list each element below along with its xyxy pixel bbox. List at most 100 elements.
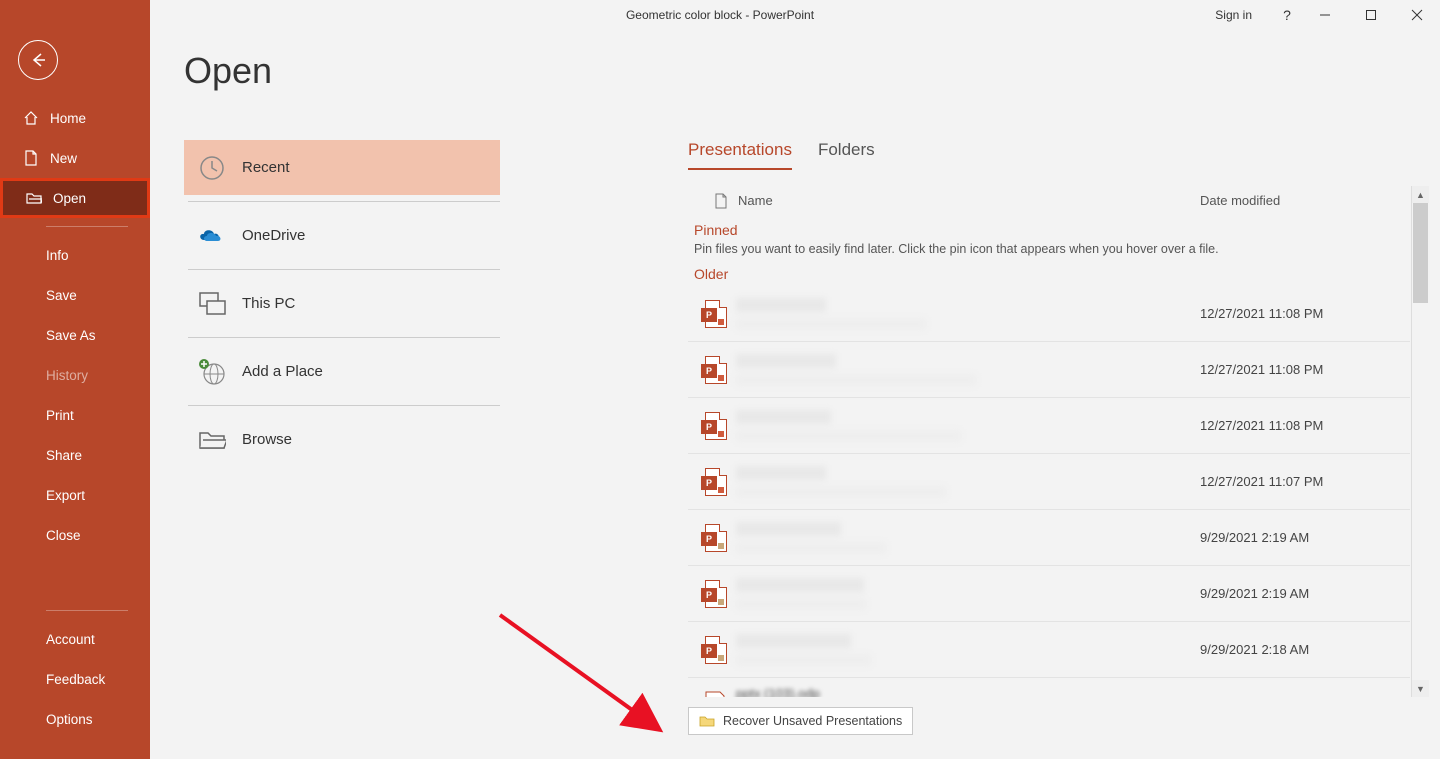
sidebar-item-export[interactable]: Export	[0, 475, 150, 515]
file-name-redacted	[736, 466, 826, 480]
recover-label: Recover Unsaved Presentations	[723, 714, 902, 728]
file-name-redacted	[736, 578, 864, 592]
sidebar-label: New	[50, 151, 77, 166]
source-recent[interactable]: Recent	[184, 140, 500, 195]
sidebar-item-new[interactable]: New	[0, 138, 150, 178]
sidebar-label: Account	[46, 632, 95, 647]
close-button[interactable]	[1394, 0, 1440, 30]
file-path-redacted	[736, 374, 976, 386]
file-date: 12/27/2021 11:08 PM	[1200, 306, 1410, 321]
sidebar-item-save[interactable]: Save	[0, 275, 150, 315]
file-row[interactable]: P 9/29/2021 2:19 AM	[688, 510, 1410, 566]
file-info	[736, 634, 1200, 666]
file-path-redacted	[736, 598, 866, 610]
source-label: This PC	[242, 295, 295, 312]
open-icon	[25, 190, 43, 206]
source-label: Add a Place	[242, 363, 323, 380]
sidebar-label: Info	[46, 248, 69, 263]
source-divider	[188, 337, 500, 338]
sidebar-item-open[interactable]: Open	[0, 178, 150, 218]
file-info	[736, 466, 1200, 498]
vertical-scrollbar[interactable]: ▲ ▼	[1411, 186, 1428, 697]
folder-icon	[699, 714, 715, 728]
pptx-icon: P	[692, 636, 736, 664]
help-button[interactable]: ?	[1272, 0, 1302, 30]
sidebar-divider	[46, 226, 128, 227]
file-path-redacted	[736, 542, 886, 554]
titlebar: Geometric color block - PowerPoint Sign …	[0, 0, 1440, 30]
file-icon-column	[704, 193, 738, 209]
source-browse[interactable]: Browse	[184, 412, 500, 467]
file-date: 9/29/2021 2:19 AM	[1200, 586, 1410, 601]
open-sources-list: Recent OneDrive This PC Add a Place Brow…	[184, 140, 500, 467]
file-path-redacted	[736, 486, 946, 498]
file-name-redacted	[736, 298, 826, 312]
tab-folders[interactable]: Folders	[818, 140, 875, 170]
file-path-redacted	[736, 318, 926, 330]
sidebar-item-close[interactable]: Close	[0, 515, 150, 555]
source-thispc[interactable]: This PC	[184, 276, 500, 331]
browse-icon	[196, 424, 228, 456]
new-icon	[22, 150, 40, 166]
column-date[interactable]: Date modified	[1200, 193, 1410, 208]
file-row[interactable]: P 12/27/2021 11:07 PM	[688, 454, 1410, 510]
scroll-up-arrow[interactable]: ▲	[1412, 186, 1429, 203]
file-info	[736, 578, 1200, 610]
sidebar-label: Save As	[46, 328, 96, 343]
source-divider	[188, 269, 500, 270]
sidebar-item-saveas[interactable]: Save As	[0, 315, 150, 355]
main-panel: Open Recent OneDrive This PC Add a Place…	[150, 30, 1440, 759]
file-date: 9/29/2021 2:18 AM	[1200, 642, 1410, 657]
file-date: 12/27/2021 11:08 PM	[1200, 418, 1410, 433]
scroll-thumb[interactable]	[1413, 203, 1428, 303]
file-row-partial[interactable]: pptx (103).odp	[688, 678, 1410, 697]
scroll-down-arrow[interactable]: ▼	[1412, 680, 1429, 697]
sidebar-item-print[interactable]: Print	[0, 395, 150, 435]
signin-link[interactable]: Sign in	[1215, 8, 1252, 22]
file-row[interactable]: P 9/29/2021 2:19 AM	[688, 566, 1410, 622]
file-name-redacted	[736, 634, 851, 648]
column-name[interactable]: Name	[738, 193, 1200, 208]
thispc-icon	[196, 288, 228, 320]
file-row[interactable]: P 12/27/2021 11:08 PM	[688, 286, 1410, 342]
list-header: Name Date modified	[688, 186, 1410, 216]
back-button[interactable]	[18, 40, 58, 80]
sidebar-label: Feedback	[46, 672, 105, 687]
file-date: 12/27/2021 11:07 PM	[1200, 474, 1410, 489]
source-divider	[188, 201, 500, 202]
tab-presentations[interactable]: Presentations	[688, 140, 792, 170]
source-label: Browse	[242, 431, 292, 448]
sidebar-label: Share	[46, 448, 82, 463]
sidebar-item-share[interactable]: Share	[0, 435, 150, 475]
source-divider	[188, 405, 500, 406]
file-row[interactable]: P 12/27/2021 11:08 PM	[688, 342, 1410, 398]
window-title: Geometric color block - PowerPoint	[626, 8, 814, 22]
file-name-redacted	[736, 522, 841, 536]
minimize-button[interactable]	[1302, 0, 1348, 30]
home-icon	[22, 110, 40, 126]
source-onedrive[interactable]: OneDrive	[184, 208, 500, 263]
pptx-icon	[692, 683, 736, 697]
sidebar-item-options[interactable]: Options	[0, 699, 150, 739]
sidebar-item-info[interactable]: Info	[0, 235, 150, 275]
sidebar-label: Open	[53, 191, 86, 206]
pptx-icon: P	[692, 300, 736, 328]
recover-unsaved-button[interactable]: Recover Unsaved Presentations	[688, 707, 913, 735]
file-info	[736, 410, 1200, 442]
source-label: OneDrive	[242, 227, 305, 244]
sidebar-item-feedback[interactable]: Feedback	[0, 659, 150, 699]
recent-icon	[196, 152, 228, 184]
file-info	[736, 298, 1200, 330]
file-name: pptx (103).odp	[736, 686, 820, 698]
sidebar-label: Save	[46, 288, 77, 303]
file-panel: Presentations Folders Name Date modified…	[538, 140, 1428, 747]
file-row[interactable]: P 9/29/2021 2:18 AM	[688, 622, 1410, 678]
maximize-button[interactable]	[1348, 0, 1394, 30]
file-list-area: Name Date modified Pinned Pin files you …	[688, 186, 1428, 697]
file-row[interactable]: P 12/27/2021 11:08 PM	[688, 398, 1410, 454]
source-addplace[interactable]: Add a Place	[184, 344, 500, 399]
page-title: Open	[184, 50, 1440, 92]
sidebar-item-home[interactable]: Home	[0, 98, 150, 138]
file-info	[736, 354, 1200, 386]
sidebar-item-account[interactable]: Account	[0, 619, 150, 659]
